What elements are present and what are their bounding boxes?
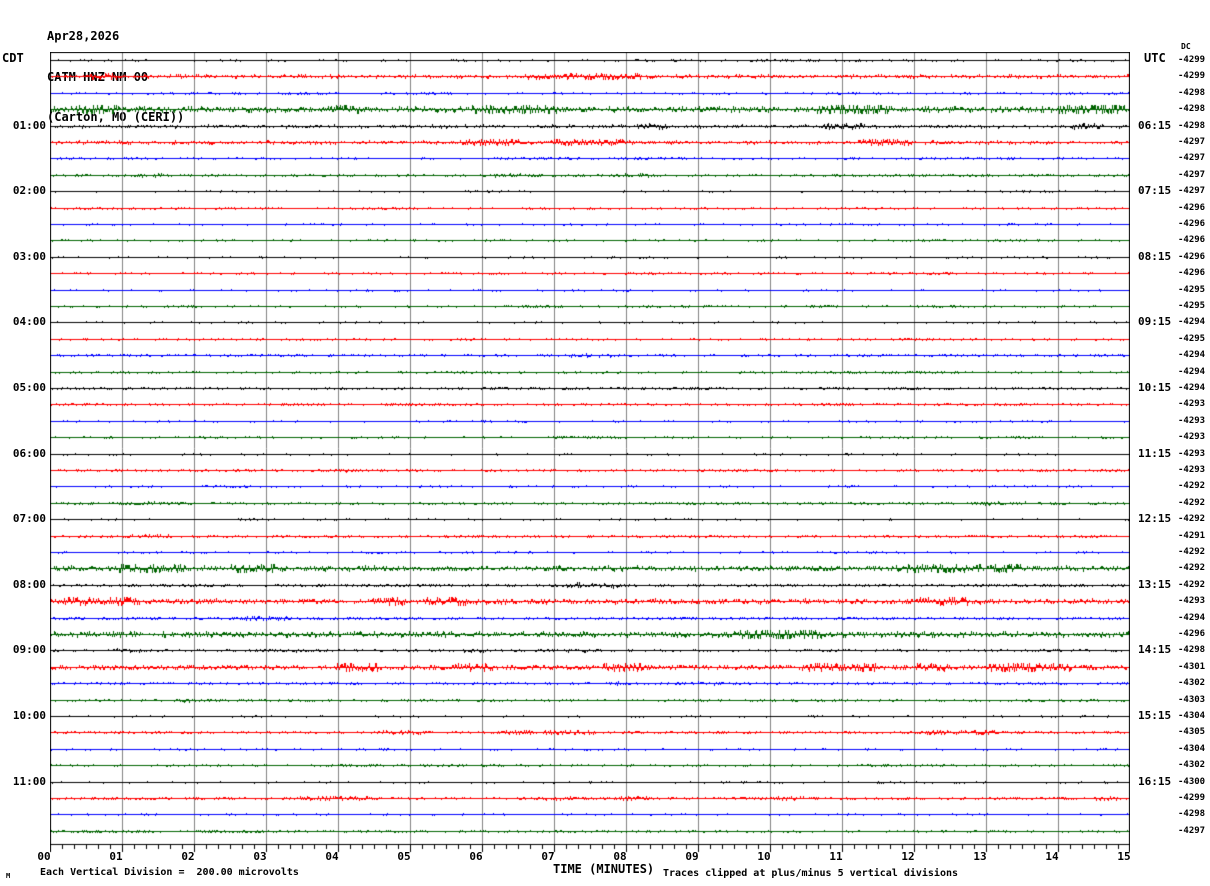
vertical-scale-note: Each Vertical Division = 200.00 microvol… xyxy=(40,867,299,878)
dc-offset-value: -4291 xyxy=(1178,531,1206,541)
dc-offset-value: -4294 xyxy=(1178,317,1206,327)
dc-offset-value: -4297 xyxy=(1178,170,1206,180)
dc-offset-value: -4294 xyxy=(1178,367,1206,377)
x-axis-tick-label: 05 xyxy=(397,850,411,863)
dc-offset-value: -4293 xyxy=(1178,465,1206,475)
x-axis-tick-label: 01 xyxy=(109,850,123,863)
dc-offset-value: -4293 xyxy=(1178,399,1206,409)
cdt-hour-label: 04:00 xyxy=(12,315,46,328)
utc-hour-label: 09:15 xyxy=(1138,315,1172,328)
dc-offset-value: -4302 xyxy=(1178,678,1206,688)
dc-offset-value: -4292 xyxy=(1178,481,1206,491)
dc-offset-value: -4294 xyxy=(1178,613,1206,623)
dc-offset-value: -4293 xyxy=(1178,432,1206,442)
x-axis-tick-label: 12 xyxy=(901,850,915,863)
right-timezone-label: UTC xyxy=(1144,51,1166,65)
dc-offset-value: -4292 xyxy=(1178,514,1206,524)
dc-offset-value: -4296 xyxy=(1178,629,1206,639)
x-axis-tick-label: 09 xyxy=(685,850,699,863)
cdt-hour-label: 03:00 xyxy=(12,250,46,263)
watermark-glyph: M xyxy=(6,872,11,880)
dc-offset-value: -4299 xyxy=(1178,793,1206,803)
cdt-hour-label: 05:00 xyxy=(12,381,46,394)
dc-offset-value: -4300 xyxy=(1178,777,1206,787)
x-axis-tick-label: 02 xyxy=(181,850,195,863)
dc-offset-value: -4292 xyxy=(1178,580,1206,590)
dc-offset-value: -4295 xyxy=(1178,285,1206,295)
dc-offset-value: -4297 xyxy=(1178,153,1206,163)
dc-offset-value: -4296 xyxy=(1178,252,1206,262)
dc-offset-value: -4299 xyxy=(1178,55,1206,65)
utc-hour-label: 13:15 xyxy=(1138,578,1172,591)
cdt-hour-label: 07:00 xyxy=(12,512,46,525)
dc-offset-value: -4293 xyxy=(1178,449,1206,459)
dc-offset-value: -4292 xyxy=(1178,547,1206,557)
dc-offset-value: -4294 xyxy=(1178,383,1206,393)
dc-offset-value: -4293 xyxy=(1178,416,1206,426)
dc-offset-value: -4298 xyxy=(1178,645,1206,655)
dc-offset-value: -4298 xyxy=(1178,121,1206,131)
cdt-hour-label: 10:00 xyxy=(12,709,46,722)
utc-hour-label: 07:15 xyxy=(1138,184,1172,197)
dc-offset-value: -4296 xyxy=(1178,268,1206,278)
dc-offset-value: -4296 xyxy=(1178,219,1206,229)
clipping-note: Traces clipped at plus/minus 5 vertical … xyxy=(663,868,959,879)
dc-offset-value: -4295 xyxy=(1178,334,1206,344)
x-axis-tick-label: 10 xyxy=(757,850,771,863)
helicorder-page: { "header": { "date": "Apr28,2026", "sta… xyxy=(0,0,1210,886)
cdt-hour-label: 06:00 xyxy=(12,447,46,460)
x-axis-tick-label: 15 xyxy=(1117,850,1131,863)
dc-offset-value: -4297 xyxy=(1178,137,1206,147)
x-axis-tick-label: 11 xyxy=(829,850,843,863)
dc-offset-value: -4296 xyxy=(1178,235,1206,245)
cdt-hour-label: 09:00 xyxy=(12,643,46,656)
dc-offset-value: -4305 xyxy=(1178,727,1206,737)
x-axis-tick-label: 00 xyxy=(37,850,51,863)
left-timezone-label: CDT xyxy=(2,51,24,65)
cdt-hour-label: 01:00 xyxy=(12,119,46,132)
dc-offset-value: -4296 xyxy=(1178,203,1206,213)
dc-offset-value: -4297 xyxy=(1178,826,1206,836)
dc-offset-value: -4294 xyxy=(1178,350,1206,360)
utc-hour-label: 06:15 xyxy=(1138,119,1172,132)
utc-hour-label: 16:15 xyxy=(1138,775,1172,788)
dc-offset-value: -4302 xyxy=(1178,760,1206,770)
x-axis-title: TIME (MINUTES) xyxy=(553,862,655,876)
utc-hour-label: 12:15 xyxy=(1138,512,1172,525)
cdt-hour-label: 11:00 xyxy=(12,775,46,788)
x-axis-tick-label: 14 xyxy=(1045,850,1059,863)
dc-offset-value: -4298 xyxy=(1178,104,1206,114)
utc-hour-label: 14:15 xyxy=(1138,643,1172,656)
dc-offset-value: -4292 xyxy=(1178,498,1206,508)
dc-offset-value: -4298 xyxy=(1178,809,1206,819)
header-date: Apr28,2026 xyxy=(47,29,120,43)
x-axis-tick-label: 03 xyxy=(253,850,267,863)
dc-offset-value: -4293 xyxy=(1178,596,1206,606)
dc-offset-value: -4301 xyxy=(1178,662,1206,672)
x-axis-tick-label: 04 xyxy=(325,850,339,863)
dc-offset-value: -4298 xyxy=(1178,88,1206,98)
x-axis-tick-label: 06 xyxy=(469,850,483,863)
dc-offset-value: -4292 xyxy=(1178,563,1206,573)
utc-hour-label: 10:15 xyxy=(1138,381,1172,394)
helicorder-plot xyxy=(50,52,1130,855)
dc-offset-value: -4295 xyxy=(1178,301,1206,311)
cdt-hour-label: 08:00 xyxy=(12,578,46,591)
dc-offset-value: -4304 xyxy=(1178,744,1206,754)
dc-offset-value: -4303 xyxy=(1178,695,1206,705)
dc-offset-value: -4304 xyxy=(1178,711,1206,721)
dc-offset-value: -4297 xyxy=(1178,186,1206,196)
dc-column-header: DC xyxy=(1181,42,1191,51)
dc-offset-value: -4299 xyxy=(1178,71,1206,81)
utc-hour-label: 15:15 xyxy=(1138,709,1172,722)
cdt-hour-label: 02:00 xyxy=(12,184,46,197)
utc-hour-label: 08:15 xyxy=(1138,250,1172,263)
x-axis-tick-label: 13 xyxy=(973,850,987,863)
utc-hour-label: 11:15 xyxy=(1138,447,1172,460)
